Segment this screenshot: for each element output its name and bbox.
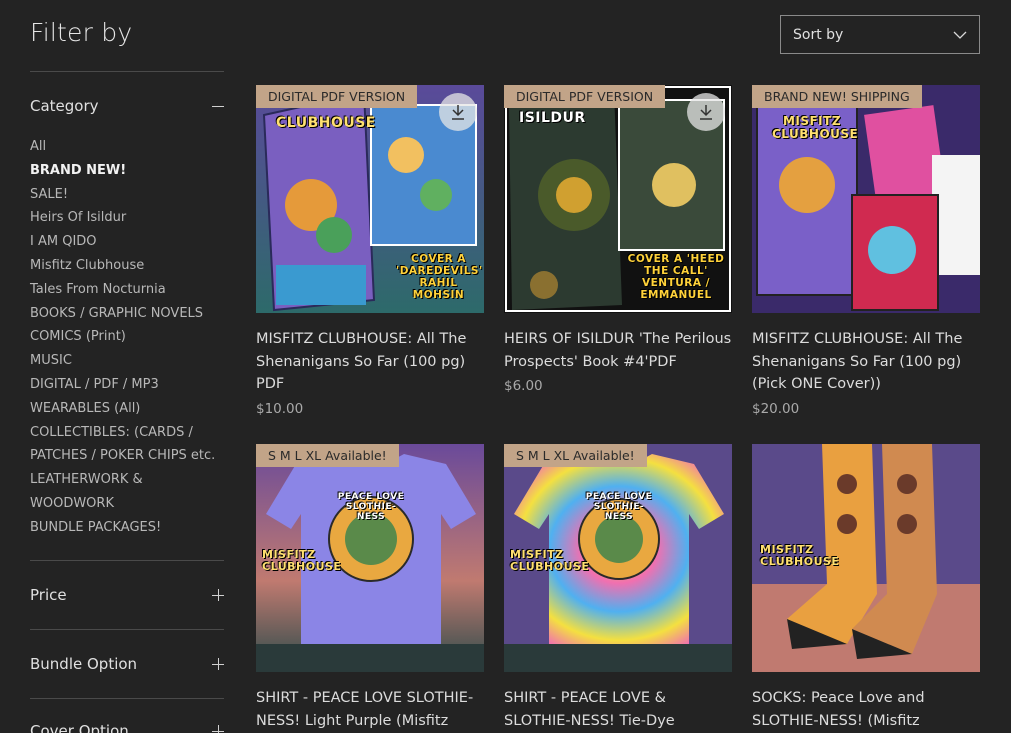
cover-option-toggle[interactable]: Cover Option (30, 719, 224, 733)
product-price: $20.00 (752, 400, 800, 417)
cover-caption-text: MISFITZ CLUBHOUSE (262, 548, 342, 573)
product-card: MISFITZ CLUBHOUSE BRAND NEW! SHIPPING MI… (752, 85, 980, 417)
product-image[interactable]: MISFITZ CLUBHOUSE (752, 444, 980, 672)
category-list: All BRAND NEW! SALE! Heirs Of Isildur I … (30, 135, 224, 540)
cover-title-text: PEACE LOVE SLOTHIE-NESS (585, 492, 653, 522)
product-image[interactable]: MISFITZ CLUBHOUSE PEACE LOVE SLOTHIE-NES… (504, 444, 732, 672)
cover-caption-text: MISFITZ CLUBHOUSE (760, 543, 840, 568)
sort-label: Sort by (793, 26, 844, 43)
filter-title: Filter by (30, 18, 133, 47)
category-item-sale[interactable]: SALE! (30, 183, 224, 207)
product-ribbon: DIGITAL PDF VERSION (256, 85, 418, 108)
bundle-option-label: Bundle Option (30, 655, 138, 673)
product-name[interactable]: SHIRT - PEACE LOVE SLOTHIE-NESS! Light P… (256, 687, 484, 732)
category-item-bundle-packages[interactable]: BUNDLE PACKAGES! (30, 516, 224, 540)
plus-icon (212, 658, 224, 670)
price-filter-label: Price (30, 586, 67, 604)
product-card: CLUBHOUSE COVER A 'DAREDEVILS' RAHIL MOH… (256, 85, 484, 417)
download-icon[interactable] (439, 93, 477, 131)
cover-title-text: ISILDUR (519, 110, 586, 126)
category-item-books[interactable]: BOOKS / GRAPHIC NOVELS (30, 302, 224, 326)
category-item-brand-new[interactable]: BRAND NEW! (30, 159, 224, 183)
product-image[interactable]: CLUBHOUSE COVER A 'DAREDEVILS' RAHIL MOH… (256, 85, 484, 313)
product-ribbon: S M L XL Available! (504, 444, 647, 467)
download-icon[interactable] (687, 93, 725, 131)
minus-icon (212, 100, 224, 112)
category-item-comics[interactable]: COMICS (Print) (30, 325, 224, 349)
plus-icon (212, 725, 224, 733)
cover-caption-text: COVER A 'DAREDEVILS' RAHIL MOHSIN (396, 253, 483, 301)
product-ribbon: DIGITAL PDF VERSION (504, 85, 666, 108)
category-item-music[interactable]: MUSIC (30, 349, 224, 373)
product-image[interactable]: MISFITZ CLUBHOUSE PEACE LOVE SLOTHIE-NES… (256, 444, 484, 672)
product-image[interactable]: ISILDUR COVER A 'HEED THE CALL' VENTURA … (504, 85, 732, 313)
category-item-leatherwork[interactable]: LEATHERWORK & (30, 468, 224, 492)
product-name[interactable]: MISFITZ CLUBHOUSE: All The Shenanigans S… (256, 328, 484, 396)
shop-page: Filter by Category All BRAND NEW! SALE! … (0, 0, 1011, 733)
sort-dropdown[interactable]: Sort by (780, 15, 980, 54)
product-name[interactable]: HEIRS OF ISILDUR 'The Perilous Prospects… (504, 328, 732, 373)
product-name[interactable]: SOCKS: Peace Love and SLOTHIE-NESS! (Mis… (752, 687, 980, 732)
category-toggle[interactable]: Category (30, 94, 224, 118)
product-price: $6.00 (504, 378, 543, 394)
category-item-misfitz-clubhouse[interactable]: Misfitz Clubhouse (30, 254, 224, 278)
cover-title-text: MISFITZ CLUBHOUSE (772, 114, 859, 141)
cover-option-label: Cover Option (30, 722, 129, 733)
product-card: MISFITZ CLUBHOUSE SOCKS: Peace Love and … (752, 444, 980, 732)
product-card: MISFITZ CLUBHOUSE PEACE LOVE SLOTHIE-NES… (504, 444, 732, 732)
category-item-heirs-of-isildur[interactable]: Heirs Of Isildur (30, 206, 224, 230)
category-item-collectibles[interactable]: COLLECTIBLES: (CARDS / (30, 421, 224, 445)
product-image[interactable]: MISFITZ CLUBHOUSE BRAND NEW! SHIPPING (752, 85, 980, 313)
product-card: ISILDUR COVER A 'HEED THE CALL' VENTURA … (504, 85, 732, 394)
product-ribbon: S M L XL Available! (256, 444, 399, 467)
divider (30, 560, 224, 561)
bundle-option-toggle[interactable]: Bundle Option (30, 652, 224, 676)
divider (30, 629, 224, 630)
product-name[interactable]: SHIRT - PEACE LOVE & SLOTHIE-NESS! Tie-D… (504, 687, 732, 732)
category-label: Category (30, 97, 99, 115)
product-ribbon: BRAND NEW! SHIPPING (752, 85, 922, 108)
category-item-collectibles-cont[interactable]: PATCHES / POKER CHIPS etc. (30, 444, 224, 468)
category-item-all[interactable]: All (30, 135, 224, 159)
category-item-leatherwork-cont[interactable]: WOODWORK (30, 492, 224, 516)
cover-title-text: PEACE LOVE SLOTHIE-NESS (337, 492, 405, 522)
category-item-tales-from-nocturnia[interactable]: Tales From Nocturnia (30, 278, 224, 302)
cover-caption-text: MISFITZ CLUBHOUSE (510, 548, 590, 573)
plus-icon (212, 589, 224, 601)
category-item-wearables[interactable]: WEARABLES (All) (30, 397, 224, 421)
divider (30, 698, 224, 699)
category-item-digital[interactable]: DIGITAL / PDF / MP3 (30, 373, 224, 397)
divider (30, 71, 224, 72)
product-price: $10.00 (256, 400, 304, 417)
cover-caption-text: COVER A 'HEED THE CALL' VENTURA / EMMANU… (627, 253, 725, 301)
product-card: MISFITZ CLUBHOUSE PEACE LOVE SLOTHIE-NES… (256, 444, 484, 732)
category-item-i-am-qido[interactable]: I AM QIDO (30, 230, 224, 254)
product-name[interactable]: MISFITZ CLUBHOUSE: All The Shenanigans S… (752, 328, 980, 396)
cover-title-text: CLUBHOUSE (276, 115, 376, 131)
chevron-down-icon (953, 31, 967, 39)
price-filter-toggle[interactable]: Price (30, 583, 224, 607)
